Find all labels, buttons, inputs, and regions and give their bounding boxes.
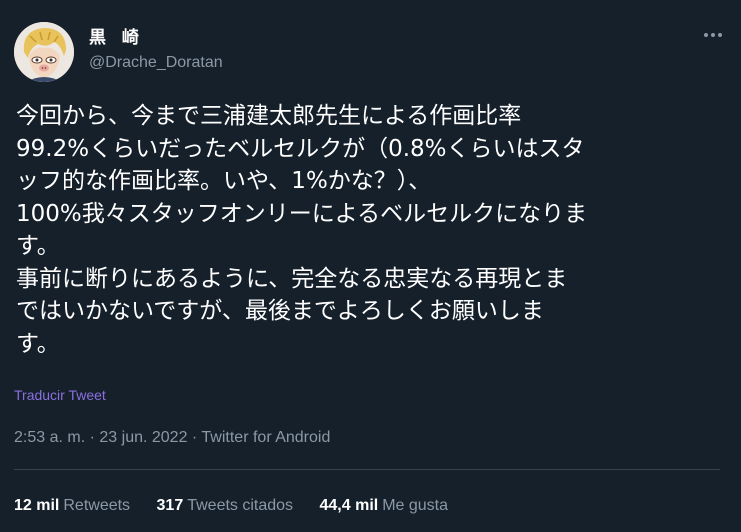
tweet-stats: 12 mil Retweets 317 Tweets citados 44,4 mi… bbox=[14, 497, 470, 515]
stat-label: Retweets bbox=[63, 497, 131, 514]
tweet-text-line: 事前に断りにあるように、完全なる忠実なる再現とま bbox=[16, 265, 568, 292]
more-dot bbox=[711, 33, 715, 37]
more-horizontal-icon[interactable] bbox=[700, 24, 726, 46]
stat-quote-tweets[interactable]: 317 Tweets citados bbox=[157, 497, 294, 515]
stat-label: Tweets citados bbox=[187, 497, 294, 514]
more-dot bbox=[718, 33, 722, 37]
tweet-text-line: す。 bbox=[16, 330, 60, 357]
tweet-text-line: 99.2%くらいだったベルセルクが（0.8%くらいはスタ bbox=[16, 135, 585, 162]
stat-value: 12 mil bbox=[14, 497, 60, 514]
more-dot bbox=[704, 33, 708, 37]
stat-label: Me gusta bbox=[382, 497, 449, 514]
avatar[interactable] bbox=[14, 22, 74, 82]
user-handle[interactable]: @Drache_Doratan bbox=[89, 53, 223, 73]
tweet-time[interactable]: 2:53 a. m. bbox=[14, 429, 85, 446]
stat-retweets[interactable]: 12 mil Retweets bbox=[14, 497, 130, 515]
avatar-illustration bbox=[14, 22, 74, 82]
tweet-header: 黒 崎 @Drache_Doratan bbox=[14, 22, 726, 82]
meta-separator: · bbox=[89, 429, 95, 446]
tweet-text-line: 今回から、今まで三浦建太郎先生による作画比率 bbox=[16, 103, 522, 129]
stat-value: 317 bbox=[156, 497, 184, 514]
tweet-text-line: す。 bbox=[16, 233, 60, 259]
display-name[interactable]: 黒 崎 bbox=[89, 28, 223, 48]
tweet-text-line: ではいかないですが、最後までよろしくお願いしま bbox=[16, 298, 544, 324]
divider bbox=[14, 469, 720, 470]
tweet-text: 今回から、今まで三浦建太郎先生による作画比率 99.2%くらいだったベルセルクが… bbox=[16, 100, 728, 360]
tweet-meta: 2:53 a. m. · 23 jun. 2022 · Twitter for … bbox=[14, 429, 330, 447]
translate-tweet-link[interactable]: Traducir Tweet bbox=[14, 387, 106, 403]
meta-separator: · bbox=[191, 429, 198, 446]
stat-likes[interactable]: 44,4 mil Me gusta bbox=[320, 497, 449, 515]
tweet-card: 黒 崎 @Drache_Doratan 今回から、今まで三浦建太郎先生による作画… bbox=[0, 0, 741, 532]
user-names: 黒 崎 @Drache_Doratan bbox=[89, 28, 223, 73]
tweet-source[interactable]: Twitter for Android bbox=[201, 429, 330, 446]
tweet-date[interactable]: 23 jun. 2022 bbox=[99, 429, 187, 446]
stat-value: 44,4 mil bbox=[319, 497, 379, 514]
tweet-text-line: 100%我々スタッフオンリーによるベルセルクになりま bbox=[16, 200, 588, 227]
tweet-text-line: ッフ的な作画比率。いや、1%かな？）、 bbox=[16, 168, 432, 194]
